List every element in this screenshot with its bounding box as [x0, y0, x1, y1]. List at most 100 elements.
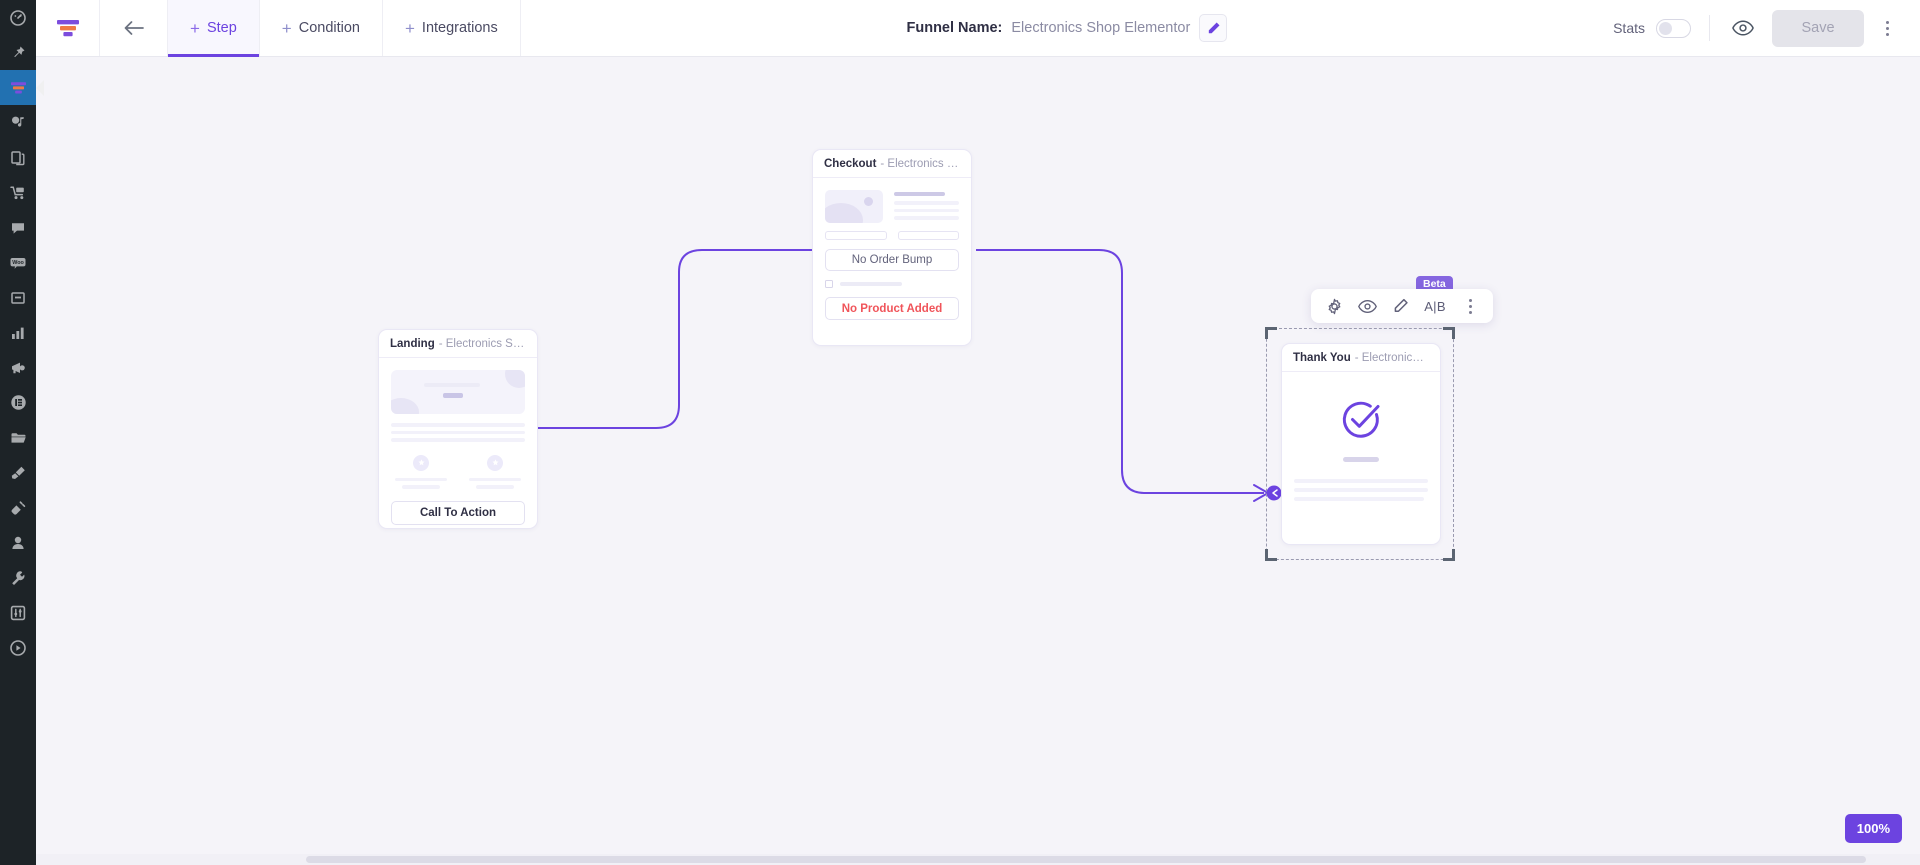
elementor-icon [10, 395, 26, 410]
thumb-line [402, 485, 440, 489]
thumb-line [391, 423, 525, 427]
save-button[interactable]: Save [1772, 9, 1864, 47]
edit-funnel-name-button[interactable] [1199, 14, 1228, 42]
scrollbar-thumb[interactable] [306, 856, 1866, 863]
sliders-icon [10, 605, 26, 620]
cart-icon [9, 185, 24, 199]
sidebar-item-analytics[interactable] [0, 315, 36, 350]
sidebar-item-woo[interactable]: Woo [0, 245, 36, 280]
thumb-success-icon-wrap [1294, 398, 1428, 442]
sidebar-item-pin[interactable] [0, 35, 36, 70]
eye-icon [1357, 299, 1377, 313]
arrow-left-icon [124, 21, 144, 35]
sidebar-item-marketing[interactable] [0, 350, 36, 385]
star-icon [491, 459, 499, 466]
pencil-icon [1208, 22, 1220, 33]
ab-test-button[interactable]: A|B [1419, 292, 1451, 320]
sidebar-item-comments[interactable] [0, 210, 36, 245]
node-title: Checkout [824, 157, 877, 170]
node-edit-button[interactable] [1386, 292, 1414, 320]
check-circle-icon [1342, 401, 1380, 438]
canvas-horizontal-scrollbar[interactable] [36, 854, 1920, 865]
sidebar-item-settings[interactable] [0, 595, 36, 630]
tab-condition-label: Condition [298, 20, 360, 36]
call-to-action-button[interactable]: Call To Action [391, 500, 525, 525]
funnel-canvas[interactable]: Landing - Electronics Sh... Call To Acti… [36, 57, 1920, 865]
stats-toggle[interactable] [1656, 18, 1691, 38]
tab-step[interactable]: + Step [168, 0, 260, 57]
node-preview-button[interactable] [1353, 292, 1381, 320]
thumb-hero-block [391, 370, 525, 414]
node-settings-button[interactable] [1320, 292, 1348, 320]
gear-icon [1328, 298, 1340, 314]
funnel-editor-toolbar: + Step + Condition + Integrations Funnel… [36, 0, 1920, 57]
sidebar-item-tools[interactable] [0, 560, 36, 595]
funnel-node-thankyou[interactable]: Thank You - Electronics Sh... [1281, 343, 1441, 545]
thumb-hero-blob-right [505, 370, 525, 388]
vertical-dots-icon [1468, 298, 1472, 314]
sidebar-item-plugins[interactable] [0, 490, 36, 525]
toolbar-divider [1709, 15, 1710, 41]
wrench-icon [12, 570, 25, 585]
toolbar-more-menu[interactable] [1870, 11, 1904, 45]
thumb-product-row [825, 190, 959, 223]
node-title: Thank You [1293, 351, 1351, 364]
thumb-checkbox [825, 280, 833, 288]
toggle-knob [1659, 21, 1672, 35]
sidebar-item-cartflows[interactable] [0, 70, 36, 105]
thumb-field-row [825, 231, 959, 240]
plug-icon [11, 500, 26, 515]
sidebar-item-pages[interactable] [0, 140, 36, 175]
funnel-name-label: Funnel Name: [906, 20, 1003, 36]
thumb-line [391, 438, 525, 442]
thumb-input-field [897, 231, 959, 240]
eye-icon [1732, 20, 1754, 36]
funnel-node-landing[interactable]: Landing - Electronics Sh... Call To Acti… [378, 329, 538, 529]
sidebar-item-users[interactable] [0, 525, 36, 560]
media-icon [12, 116, 24, 127]
edge-checkout-to-thankyou [976, 249, 1264, 494]
sidebar-item-dashboard[interactable] [0, 0, 36, 35]
sidebar-item-appearance[interactable] [0, 455, 36, 490]
tab-integrations[interactable]: + Integrations [383, 0, 521, 56]
sidebar-item-media[interactable] [0, 105, 36, 140]
zoom-level-badge[interactable]: 100% [1844, 814, 1902, 843]
pages-icon [11, 150, 25, 165]
bars-icon [12, 327, 24, 339]
node-thumbnail: No Order Bump No Product Added [813, 178, 971, 333]
node-more-menu-button[interactable] [1456, 292, 1484, 320]
tab-condition[interactable]: + Condition [260, 0, 383, 56]
thumb-line [1294, 487, 1428, 492]
thumb-line [894, 201, 959, 205]
node-title: Landing [390, 337, 435, 350]
wordpress-admin-sidebar: Woo [0, 0, 36, 865]
thumb-line [1294, 496, 1424, 501]
cartflows-logo[interactable] [36, 0, 100, 56]
thumb-line [476, 485, 514, 489]
thumb-line [840, 282, 902, 286]
node-subtitle: - Electronics Sh... [880, 157, 960, 170]
sidebar-item-files[interactable] [0, 420, 36, 455]
pencil-icon [1394, 298, 1408, 312]
thumb-star-badge [413, 454, 429, 471]
thumb-hero-line [424, 383, 480, 387]
tab-integrations-label: Integrations [421, 20, 498, 36]
funnel-name-value: Electronics Shop Elementor [1011, 20, 1191, 36]
plus-icon: + [281, 18, 292, 38]
sidebar-item-woocommerce[interactable] [0, 175, 36, 210]
sidebar-item-collapse[interactable] [0, 630, 36, 665]
preview-eye-button[interactable] [1728, 13, 1758, 43]
node-subtitle: - Electronics Sh... [1354, 351, 1429, 364]
back-button[interactable] [100, 0, 168, 56]
thumb-line [394, 477, 448, 481]
sidebar-item-archive[interactable] [0, 280, 36, 315]
sidebar-item-elementor[interactable] [0, 385, 36, 420]
funnel-node-checkout[interactable]: Checkout - Electronics Sh... [812, 149, 972, 346]
node-thumbnail: Call To Action [379, 358, 537, 528]
node-action-toolbar: A|B [1311, 289, 1493, 323]
plus-icon: + [190, 18, 200, 38]
star-icon [417, 459, 425, 466]
thumb-line [1294, 478, 1428, 483]
thumb-text-block [894, 190, 959, 223]
folder-icon [11, 432, 26, 443]
